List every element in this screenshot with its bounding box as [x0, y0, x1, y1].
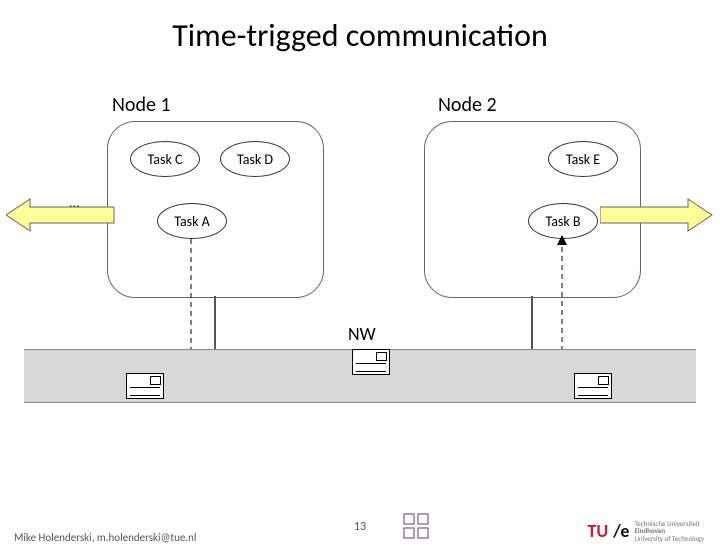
packet-icon: [352, 349, 390, 375]
logo-tue: TU/e Technische Universiteit Eindhoven U…: [587, 520, 704, 542]
footer-author: Mike Holenderski, m.holenderski@tue.nl: [14, 531, 196, 544]
diagram-area: Node 1 Node 2 Task C Task D Task E Task …: [0, 55, 720, 455]
logo-tue-mark: TU: [587, 520, 608, 542]
packet-icon: [126, 373, 164, 399]
logo-mid-icon: [398, 510, 442, 542]
logo-text-line3: University of Technology: [634, 535, 704, 542]
slide-title: Time-trigged communication: [0, 16, 720, 55]
packet-icon: [574, 373, 612, 399]
nw-label: NW: [348, 323, 376, 345]
page-number: 13: [354, 520, 366, 534]
logo-tue-text: Technische Universiteit Eindhoven Univer…: [634, 520, 704, 542]
logo-tue-slash: /e: [613, 520, 629, 542]
